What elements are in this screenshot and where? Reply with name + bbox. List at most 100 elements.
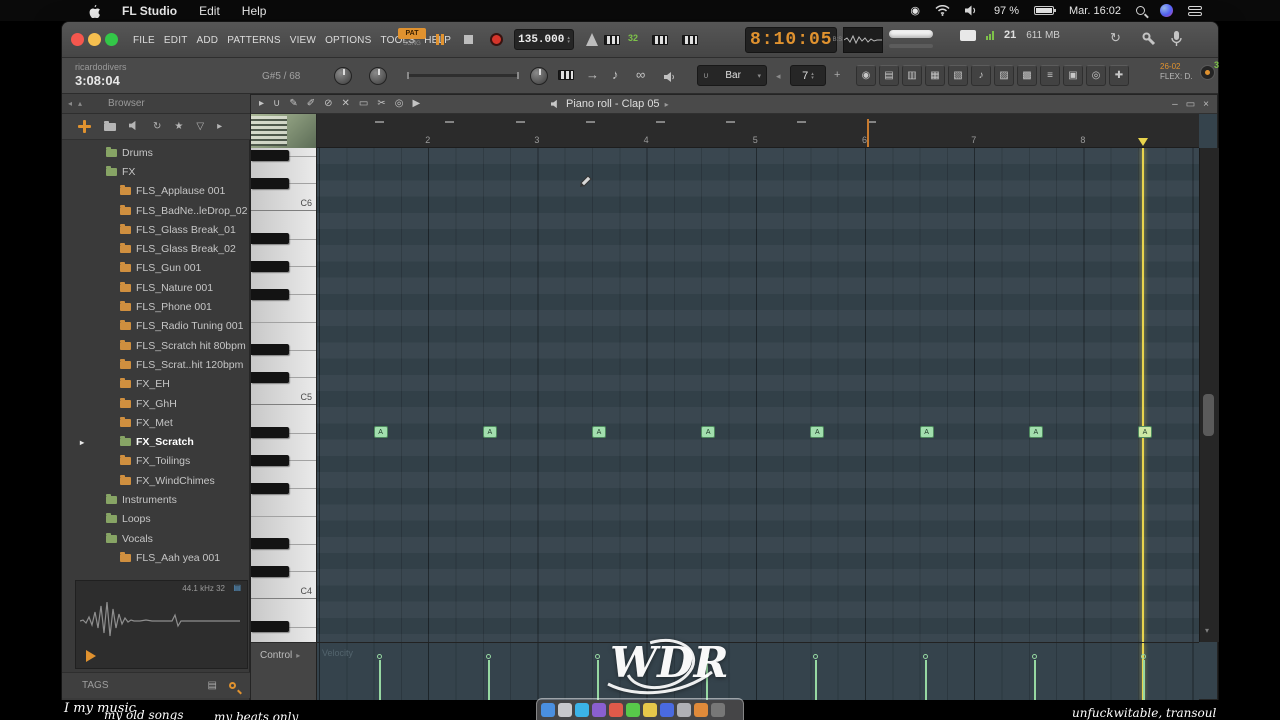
browser-item-fx-ghh[interactable]: FX_GhH xyxy=(62,394,250,413)
volume-icon[interactable] xyxy=(964,4,979,18)
pat-mode-label[interactable]: PAT xyxy=(398,28,426,39)
browser-item-fls-nature-001[interactable]: FLS_Nature 001 xyxy=(62,278,250,297)
velocity-stem[interactable] xyxy=(924,660,927,701)
paint-tool-icon[interactable]: ✐ xyxy=(307,99,315,109)
black-key[interactable] xyxy=(251,344,289,356)
layers-icon[interactable]: ▤ xyxy=(208,680,217,691)
collapse-up-icon[interactable]: ▴ xyxy=(78,99,82,108)
step-back-icon[interactable]: ◂ xyxy=(776,71,781,82)
browser-item-fx-scratch[interactable]: FX_Scratch xyxy=(62,432,250,451)
select-tool-icon[interactable]: ▭ xyxy=(359,99,368,109)
black-key[interactable] xyxy=(251,454,289,466)
browser-item-fx-toilings[interactable]: FX_Toilings xyxy=(62,452,250,471)
menu-view[interactable]: VIEW xyxy=(290,35,316,46)
velocity-handle[interactable] xyxy=(813,654,819,659)
tempo-display[interactable]: 135.000 ▴ ▾ xyxy=(514,29,574,50)
tools-menu-icon[interactable]: ≡ xyxy=(1040,65,1060,86)
dock-icon-app-6[interactable] xyxy=(626,702,640,717)
dock-icon-app-4[interactable] xyxy=(592,702,606,717)
browser-item-fls-scratch-hit-80bpm[interactable]: FLS_Scratch hit 80bpm xyxy=(62,336,250,355)
typing-to-piano-icon[interactable] xyxy=(558,70,574,80)
browser-toggle-icon[interactable]: ♪ xyxy=(971,65,991,86)
master-volume-slider[interactable] xyxy=(889,30,933,38)
browser-item-fx-eh[interactable]: FX_EH xyxy=(62,375,250,394)
velocity-stem[interactable] xyxy=(487,660,490,701)
browser-item-vocals[interactable]: Vocals xyxy=(62,529,250,548)
dock-icon-app-7[interactable] xyxy=(643,702,657,717)
time-display[interactable]: 8:10:05 B:S:T xyxy=(745,27,848,53)
options-chevron-icon[interactable]: ▸ xyxy=(259,99,264,109)
velocity-handle[interactable] xyxy=(376,654,382,659)
snap-selector[interactable]: ∪ Bar ▾ xyxy=(697,65,767,86)
main-volume-knob[interactable] xyxy=(530,67,548,85)
playhead-handle[interactable] xyxy=(1138,138,1148,146)
project-picker-icon[interactable]: ▣ xyxy=(1063,65,1083,86)
collapse-left-icon[interactable]: ◂ xyxy=(68,99,72,108)
step-count-label[interactable]: 32 xyxy=(628,33,638,43)
black-key[interactable] xyxy=(251,538,289,550)
minimize-icon[interactable]: – xyxy=(1172,99,1178,110)
black-key[interactable] xyxy=(251,482,289,494)
spotlight-search-icon[interactable] xyxy=(1136,6,1145,15)
slip-tool-icon[interactable]: ⊘ xyxy=(324,99,332,109)
minimize-window-button[interactable] xyxy=(88,33,101,46)
note-bar-2[interactable]: A xyxy=(482,426,497,438)
arrow-icon[interactable]: → xyxy=(586,68,599,81)
note-bar-6[interactable]: A xyxy=(919,426,934,438)
preview-play-button[interactable] xyxy=(86,650,96,662)
add-pattern-icon[interactable]: + xyxy=(834,69,840,81)
piano-roll-title[interactable]: Piano roll - Clap 05 xyxy=(566,98,660,110)
browser-item-fls-badne-ledrop-02[interactable]: FLS_BadNe..leDrop_02 xyxy=(62,201,250,220)
piano-octave[interactable]: C4 xyxy=(251,405,316,599)
flask-icon[interactable]: ▽ xyxy=(196,121,204,132)
keyboard-midi-icon[interactable] xyxy=(682,35,698,45)
velocity-handle[interactable] xyxy=(1031,654,1037,659)
dock-icon-app-11[interactable] xyxy=(711,702,725,717)
playlist-icon[interactable]: ▤ xyxy=(879,65,899,86)
title-chevron-icon[interactable]: ▸ xyxy=(665,100,669,109)
menu-options[interactable]: OPTIONS xyxy=(325,35,371,46)
note-bar-3[interactable]: A xyxy=(592,426,606,438)
browser-item-instruments[interactable]: Instruments xyxy=(62,490,250,509)
scrollbar-thumb[interactable] xyxy=(1203,394,1214,436)
velocity-lane[interactable]: Velocity xyxy=(317,642,1199,701)
velocity-handle[interactable] xyxy=(1141,654,1146,659)
note-grid[interactable]: AAAAAAAA xyxy=(317,148,1199,642)
velocity-handle[interactable] xyxy=(922,654,928,659)
dock-icon-app-5[interactable] xyxy=(609,702,623,717)
master-tempo-knob[interactable] xyxy=(369,67,387,85)
browser-target-icon[interactable] xyxy=(78,120,91,133)
sync-icon[interactable]: ↻ xyxy=(1110,31,1121,44)
search-icon[interactable] xyxy=(229,682,236,689)
black-key[interactable] xyxy=(251,371,289,383)
browser-item-fls-applause-001[interactable]: FLS_Applause 001 xyxy=(62,182,250,201)
menu-patterns[interactable]: PATTERNS xyxy=(227,35,280,46)
menubar-app-name[interactable]: FL Studio xyxy=(122,4,177,18)
browser-item-drums[interactable]: Drums xyxy=(62,143,250,162)
delete-tool-icon[interactable]: ✕ xyxy=(342,99,350,109)
keyboard-preview-corner[interactable] xyxy=(251,114,317,148)
mixer-icon[interactable]: ▧ xyxy=(948,65,968,86)
browser-item-fx-windchimes[interactable]: FX_WindChimes xyxy=(62,471,250,490)
record-button[interactable] xyxy=(490,33,503,46)
typing-keyboard-icon[interactable] xyxy=(604,35,620,45)
screen-record-icon[interactable]: ◉ xyxy=(910,4,920,18)
velocity-stem[interactable] xyxy=(815,660,818,701)
black-key[interactable] xyxy=(251,260,289,272)
pause-button[interactable] xyxy=(436,34,444,45)
dock-icon-app-3[interactable] xyxy=(575,702,589,717)
piano-roll-icon[interactable]: ▥ xyxy=(902,65,922,86)
pattern-picker-icon[interactable]: ▩ xyxy=(1017,65,1037,86)
menu-file[interactable]: FILE xyxy=(133,35,155,46)
wifi-icon[interactable] xyxy=(935,4,950,18)
apple-logo-icon[interactable] xyxy=(88,4,100,18)
browser-item-fls-glass-break-02[interactable]: FLS_Glass Break_02 xyxy=(62,239,250,258)
preview-speaker-icon[interactable] xyxy=(129,118,140,136)
zoom-tool-icon[interactable]: ◎ xyxy=(395,99,404,109)
control-center-icon[interactable] xyxy=(1188,5,1202,16)
refresh-icon[interactable]: ↻ xyxy=(153,121,161,132)
black-key[interactable] xyxy=(251,288,289,300)
browser-item-fls-scrat-hit-120bpm[interactable]: FLS_Scrat..hit 120bpm xyxy=(62,355,250,374)
microphone-icon[interactable] xyxy=(1170,30,1183,52)
piano-octave[interactable]: C6 xyxy=(251,148,316,211)
